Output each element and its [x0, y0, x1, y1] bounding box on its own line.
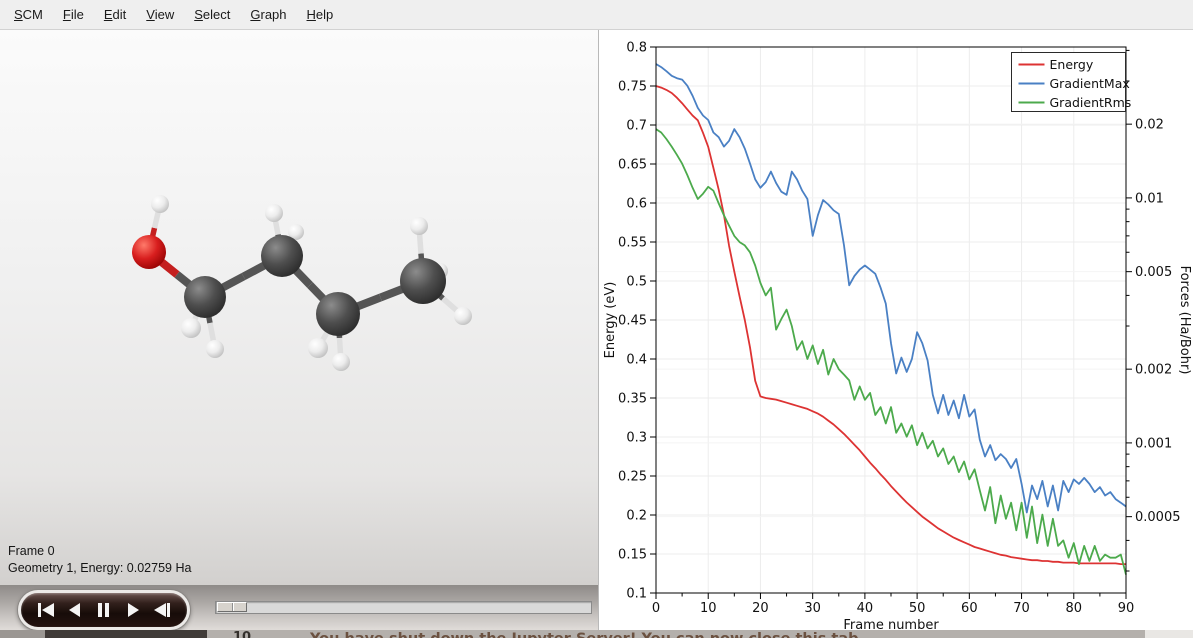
- occluded-block-right: [1145, 630, 1193, 638]
- chart-text: 30: [804, 601, 821, 616]
- chart-text: 0: [652, 601, 660, 616]
- atom-O[interactable]: [132, 235, 166, 269]
- menu-file[interactable]: File: [53, 1, 94, 28]
- pause-icon: [92, 600, 116, 620]
- atom-H[interactable]: [332, 353, 350, 371]
- series-gradientmax: [656, 64, 1126, 513]
- atom-H[interactable]: [308, 338, 328, 358]
- chart-text: 0.55: [618, 236, 647, 251]
- chart-panel: 0 10 20 30 40 50 60 70 80 90 Frame number 0.1 0.15 0.…: [599, 30, 1193, 630]
- atom-H[interactable]: [454, 307, 472, 325]
- atom-H[interactable]: [265, 204, 283, 222]
- chart-text: 0.3: [626, 431, 647, 446]
- menu-graph[interactable]: Graph: [240, 1, 296, 28]
- chart-text: 0.75: [618, 80, 647, 95]
- chart-text: Forces (Ha/Bohr): [1177, 266, 1192, 375]
- notebook-cell-number: 10: [233, 631, 251, 638]
- chart-text: 0.2: [626, 509, 647, 524]
- chart-text: 0.02: [1135, 118, 1164, 133]
- chart-text: 10: [700, 601, 717, 616]
- chart-text: 20: [752, 601, 769, 616]
- legend-label: Energy: [1050, 57, 1094, 72]
- playback-control-strip: [0, 585, 598, 630]
- molecule-viewport[interactable]: Frame 0 Geometry 1, Energy: 0.02759 Ha: [0, 30, 598, 585]
- chart-text: 0.35: [618, 392, 647, 407]
- menu-scm[interactable]: SCM: [4, 1, 53, 28]
- chart-text: 0.4: [626, 353, 647, 368]
- menu-edit[interactable]: Edit: [94, 1, 136, 28]
- chart-text: 0.25: [618, 470, 647, 485]
- legend-label: GradientRms: [1050, 95, 1132, 110]
- chart-text: 0.002: [1135, 363, 1172, 378]
- chart-text: 0.65: [618, 158, 647, 173]
- atom-H[interactable]: [181, 318, 201, 338]
- occluded-background-window: 10 You have shut down the Jupyter Server…: [0, 630, 1193, 638]
- atom-C[interactable]: [261, 235, 303, 277]
- chart-text: 0.0005: [1135, 510, 1181, 525]
- chart-text: 0.001: [1135, 436, 1172, 451]
- menu-help[interactable]: Help: [297, 1, 344, 28]
- chart-text: 0.7: [626, 119, 647, 134]
- chart-text: 0.15: [618, 548, 647, 563]
- chart-text: Energy (eV): [603, 282, 618, 359]
- chart-text: 60: [961, 601, 978, 616]
- legend-label: GradientMax: [1050, 76, 1130, 91]
- viewer-panel: Frame 0 Geometry 1, Energy: 0.02759 Ha: [0, 30, 599, 630]
- frame-slider-thumb[interactable]: [217, 602, 247, 612]
- chart-text: 0.8: [626, 41, 647, 56]
- chart-text: 0.6: [626, 197, 647, 212]
- chart-legend: Energy GradientMax GradientRms: [1012, 53, 1132, 112]
- atom-H[interactable]: [410, 217, 428, 235]
- chart-text: Frame number: [843, 618, 939, 630]
- chart-text: 0.45: [618, 314, 647, 329]
- step-back-icon: [63, 600, 87, 620]
- menu-bar: SCM File Edit View Select Graph Help: [0, 0, 1193, 30]
- atom-C[interactable]: [184, 276, 226, 318]
- atom-C[interactable]: [316, 292, 360, 336]
- chart-text: 40: [857, 601, 874, 616]
- play-icon: [121, 600, 145, 620]
- app-window: SCM File Edit View Select Graph Help Fra…: [0, 0, 1193, 638]
- chart-text: 90: [1118, 601, 1135, 616]
- geometry-energy-label: Geometry 1, Energy: 0.02759 Ha: [8, 560, 191, 577]
- frame-label: Frame 0: [8, 543, 191, 560]
- chart-text: 0.005: [1135, 265, 1172, 280]
- chart-text: 50: [909, 601, 926, 616]
- chart-text: 80: [1066, 601, 1083, 616]
- transport-controls: [18, 590, 190, 630]
- chart-text: 0.1: [626, 587, 647, 602]
- occluded-block-dark: [45, 630, 207, 638]
- atom-H[interactable]: [206, 340, 224, 358]
- atom-H[interactable]: [151, 195, 169, 213]
- menu-select[interactable]: Select: [184, 1, 240, 28]
- play-button[interactable]: [120, 599, 146, 621]
- chart-text: 0.01: [1135, 191, 1164, 206]
- skip-to-start-button[interactable]: [33, 599, 59, 621]
- skip-to-end-button[interactable]: [149, 599, 175, 621]
- jupyter-shutdown-message: You have shut down the Jupyter Server! Y…: [310, 631, 864, 638]
- frame-slider[interactable]: [215, 601, 592, 614]
- chart-text: 0.5: [626, 275, 647, 290]
- skip-to-end-icon: [150, 600, 174, 620]
- step-back-button[interactable]: [62, 599, 88, 621]
- occluded-block-left: [0, 630, 45, 638]
- frame-info: Frame 0 Geometry 1, Energy: 0.02759 Ha: [8, 543, 191, 577]
- series-energy: [656, 86, 1126, 564]
- series-gradientrms: [656, 129, 1126, 574]
- chart-canvas[interactable]: 0 10 20 30 40 50 60 70 80 90 Frame number 0.1 0.15 0.…: [599, 30, 1193, 630]
- atom-C[interactable]: [400, 258, 446, 304]
- molecule-canvas[interactable]: [0, 30, 598, 585]
- menu-view[interactable]: View: [136, 1, 184, 28]
- chart-text: 70: [1013, 601, 1030, 616]
- pause-button[interactable]: [91, 599, 117, 621]
- skip-to-start-icon: [34, 600, 58, 620]
